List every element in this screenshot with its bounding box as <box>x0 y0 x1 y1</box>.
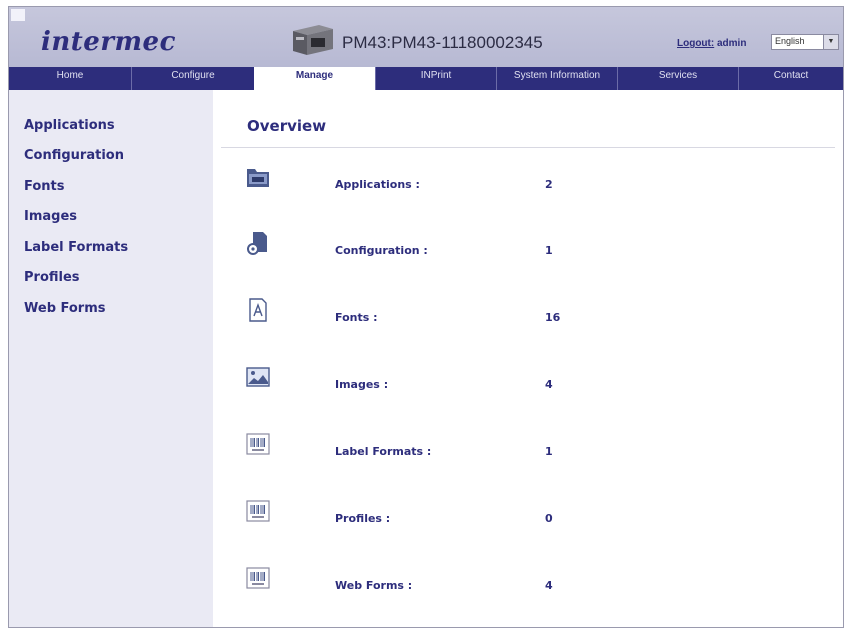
tab-contact[interactable]: Contact <box>738 67 843 90</box>
fonts-count: 16 <box>545 311 561 324</box>
language-select[interactable]: English ▼ <box>771 34 839 50</box>
printer-icon <box>293 25 333 55</box>
web-forms-count: 4 <box>545 579 553 592</box>
logout-link[interactable]: Logout: <box>677 38 714 49</box>
images-label: Images : <box>335 378 389 391</box>
label-formats-label: Label Formats : <box>335 445 432 458</box>
web-forms-label: Web Forms : <box>335 579 413 592</box>
intermec-logo: intermec <box>41 27 176 57</box>
profiles-count: 0 <box>545 512 553 525</box>
tab-inprint[interactable]: INPrint <box>375 67 496 90</box>
corner-box <box>11 9 25 21</box>
folder-icon <box>247 169 269 187</box>
language-value: English <box>775 36 805 46</box>
label-formats-count: 1 <box>545 445 553 458</box>
logout-area: Logout: admin <box>677 38 746 49</box>
barcode-label-icon <box>246 433 270 455</box>
profiles-label: Profiles : <box>335 512 391 525</box>
image-icon <box>246 367 270 387</box>
barcode-label-icon <box>246 567 270 589</box>
font-file-icon <box>249 298 267 322</box>
configuration-count: 1 <box>545 244 553 257</box>
sidebar-item-profiles[interactable]: Profiles <box>24 270 80 285</box>
sidebar-item-configuration[interactable]: Configuration <box>24 148 124 163</box>
sidebar-item-images[interactable]: Images <box>24 209 77 224</box>
sidebar-item-fonts[interactable]: Fonts <box>24 179 65 194</box>
tab-system-information[interactable]: System Information <box>496 67 617 90</box>
sidebar-item-web-forms[interactable]: Web Forms <box>24 301 106 316</box>
chevron-down-icon[interactable]: ▼ <box>823 35 838 49</box>
sidebar-item-applications[interactable]: Applications <box>24 118 115 133</box>
sidebar: Applications Configuration Fonts Images … <box>9 90 213 627</box>
configuration-file-icon <box>247 232 267 255</box>
divider <box>221 147 835 148</box>
page-title: Overview <box>247 117 327 135</box>
main-content: Overview Applications : 2 Configuration … <box>213 90 843 627</box>
applications-count: 2 <box>545 178 553 191</box>
images-count: 4 <box>545 378 553 391</box>
sidebar-item-label-formats[interactable]: Label Formats <box>24 240 128 255</box>
header: intermec PM43:PM43-11180002345 Logout: a… <box>9 7 843 67</box>
tab-services[interactable]: Services <box>617 67 738 90</box>
tab-home[interactable]: Home <box>9 67 131 90</box>
fonts-label: Fonts : <box>335 311 378 324</box>
tab-configure[interactable]: Configure <box>131 67 254 90</box>
main-nav: Home Configure Manage INPrint System Inf… <box>9 67 843 93</box>
username: admin <box>716 38 747 49</box>
device-name: PM43:PM43-11180002345 <box>342 33 543 52</box>
configuration-label: Configuration : <box>335 244 428 257</box>
app-window: intermec PM43:PM43-11180002345 Logout: a… <box>8 6 844 628</box>
applications-label: Applications : <box>335 178 420 191</box>
barcode-label-icon <box>246 500 270 522</box>
